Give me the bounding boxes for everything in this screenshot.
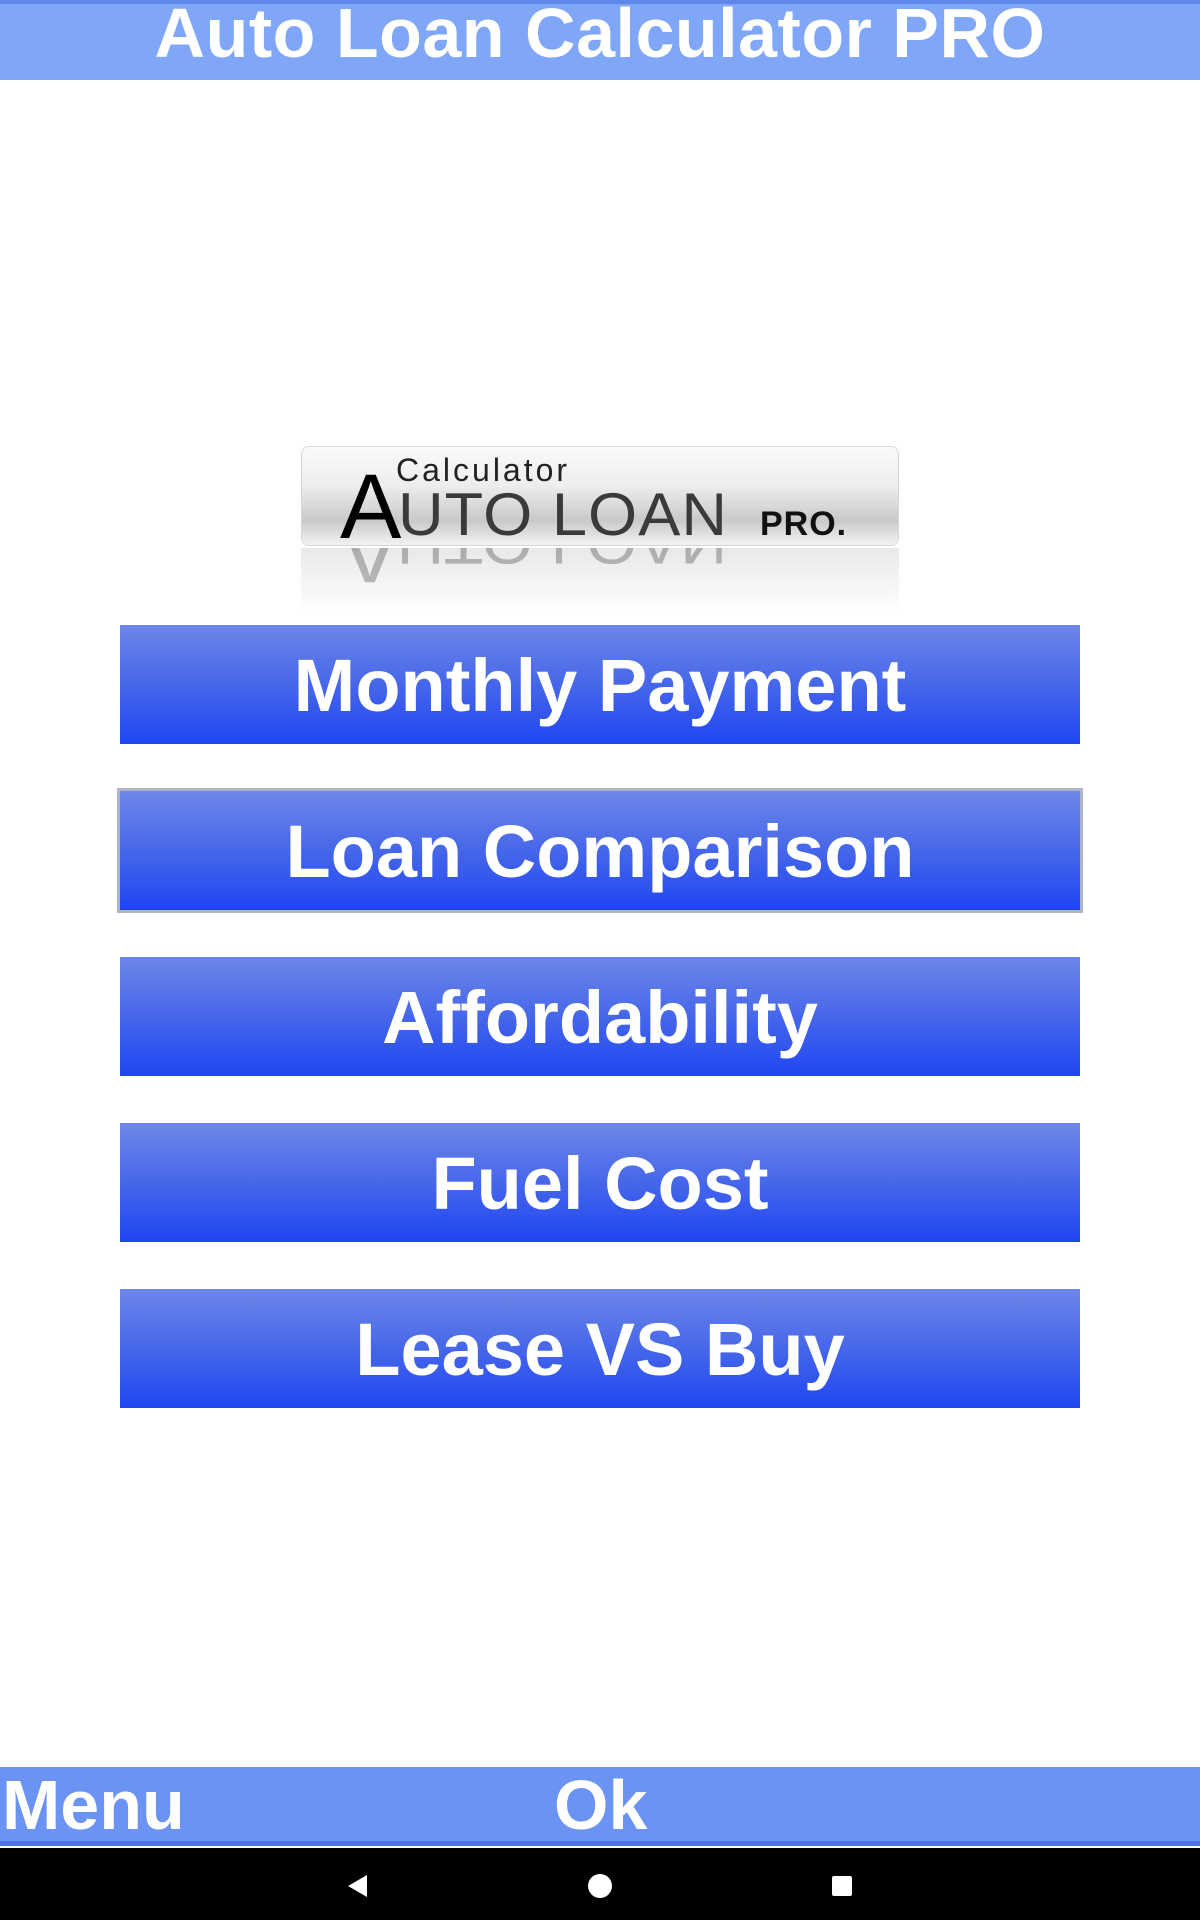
monthly-payment-button[interactable]: Monthly Payment (120, 625, 1080, 744)
action-bar: Menu Ok (0, 1767, 1200, 1846)
menu-softkey[interactable]: Menu (2, 1767, 185, 1841)
recents-square-icon (832, 1876, 852, 1896)
system-nav-bar (0, 1848, 1200, 1920)
recents-button[interactable] (814, 1858, 870, 1914)
back-button[interactable] (330, 1858, 386, 1914)
lease-vs-buy-button[interactable]: Lease VS Buy (120, 1289, 1080, 1408)
back-triangle-icon (348, 1875, 367, 1897)
calculator-menu: Monthly Payment Loan Comparison Affordab… (117, 625, 1083, 1455)
logo-pro-text: PRO. (760, 505, 847, 543)
app-screen: Auto Loan Calculator PRO A Calculator UT… (0, 0, 1200, 1920)
affordability-button[interactable]: Affordability (120, 957, 1080, 1076)
home-button[interactable] (572, 1858, 628, 1914)
ok-softkey[interactable]: Ok (554, 1767, 647, 1841)
logo-big-a: A (340, 456, 402, 546)
logo-reflection-graphic: A UTO LOAN PRO. (339, 548, 842, 601)
app-title: Auto Loan Calculator PRO (154, 0, 1046, 72)
logo-graphic: A Calculator UTO LOAN PRO. (340, 452, 847, 546)
home-circle-icon (588, 1874, 612, 1898)
logo-reflect-big-a: A (339, 548, 401, 601)
logo-reflection-inner: A UTO LOAN PRO. (301, 548, 899, 610)
loan-comparison-button[interactable]: Loan Comparison (117, 788, 1083, 913)
logo-reflect-auto-loan: UTO LOAN (397, 548, 727, 576)
logo-plate: A Calculator UTO LOAN PRO. (301, 446, 899, 546)
app-logo: A Calculator UTO LOAN PRO. A UTO LOAN PR… (301, 446, 899, 612)
logo-reflection: A UTO LOAN PRO. (301, 548, 899, 612)
title-bar: Auto Loan Calculator PRO (0, 0, 1200, 80)
fuel-cost-button[interactable]: Fuel Cost (120, 1123, 1080, 1242)
logo-auto-loan-text: UTO LOAN (398, 481, 728, 546)
logo-reflect-pro: PRO. (759, 548, 842, 552)
